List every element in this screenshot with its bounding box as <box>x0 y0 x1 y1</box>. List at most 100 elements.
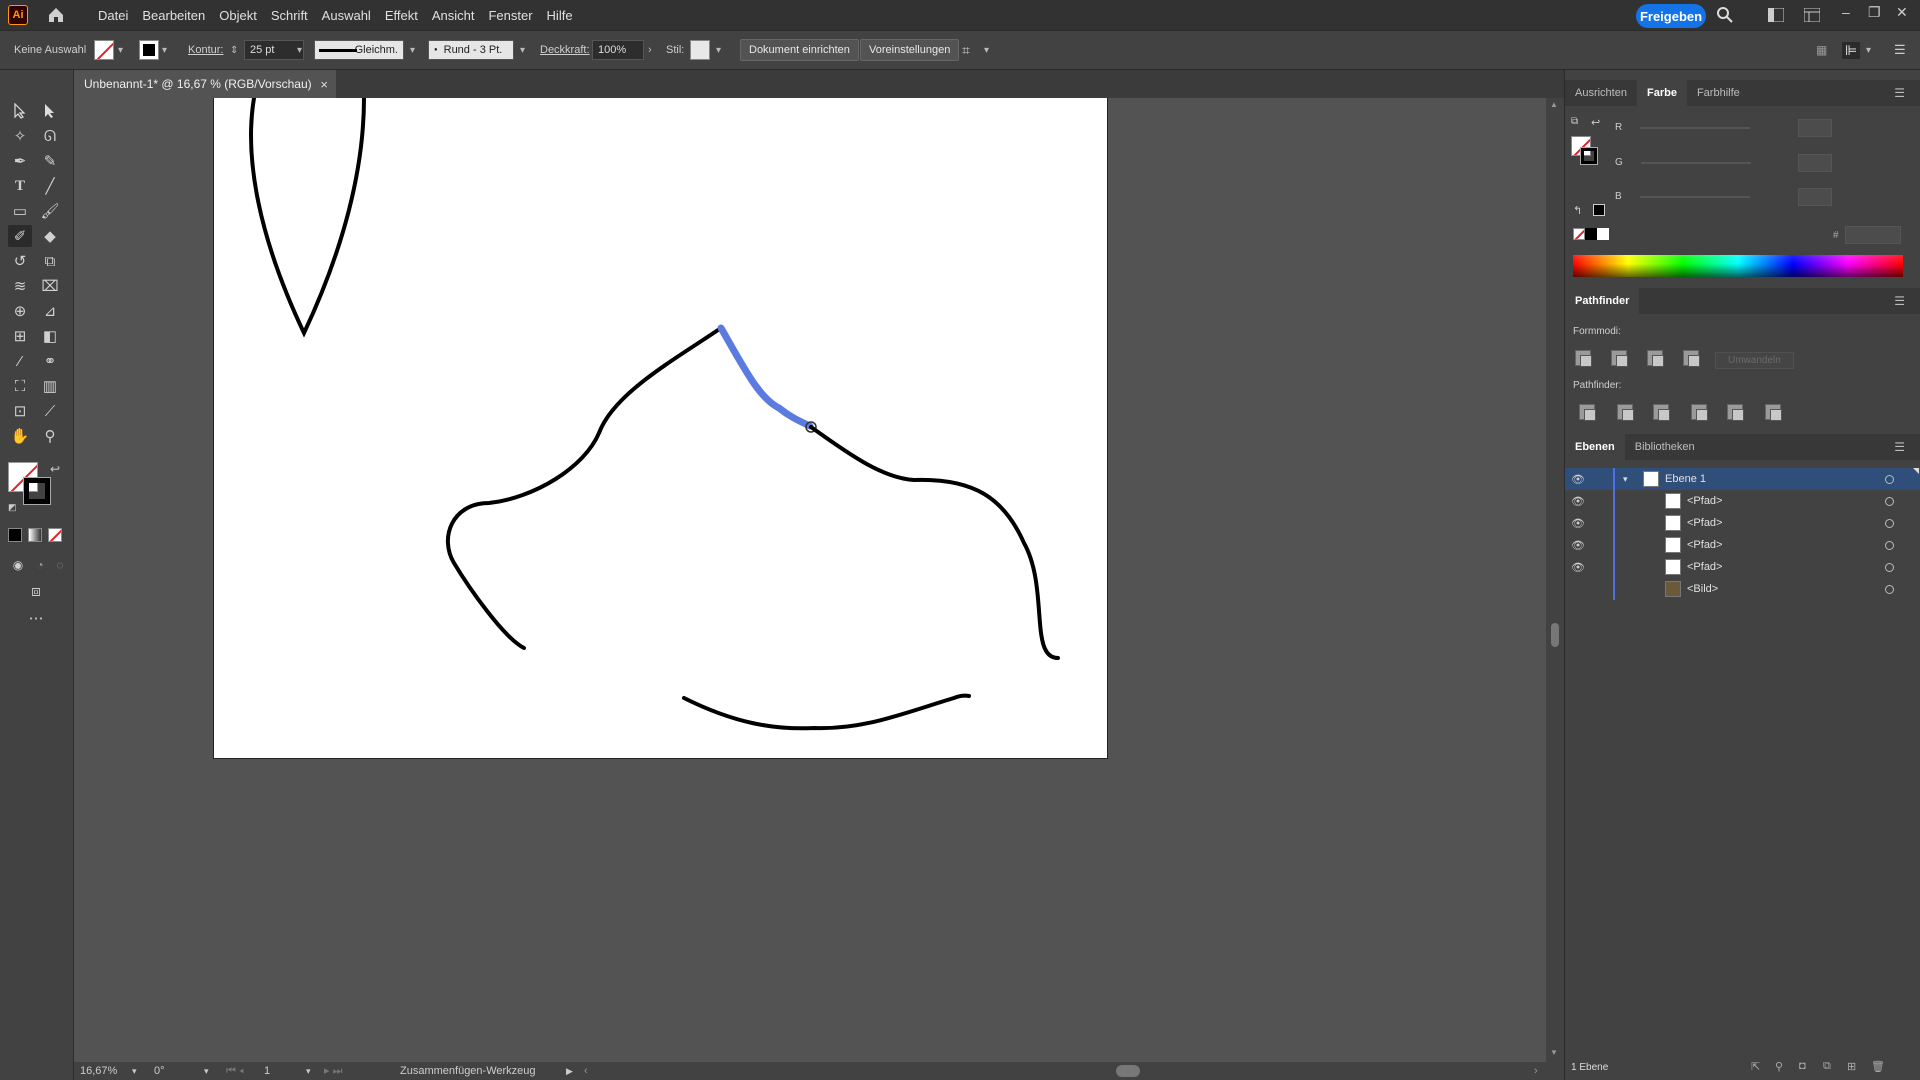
hex-input[interactable] <box>1845 226 1901 244</box>
panel-menu-icon[interactable]: ☰ <box>1884 80 1915 106</box>
red-slider[interactable]: R <box>1615 118 1855 137</box>
close-icon[interactable]: × <box>320 77 328 92</box>
target-circle-icon[interactable] <box>1885 540 1894 550</box>
scale-tool-icon[interactable]: ⧉ <box>38 250 62 272</box>
color-mode-icon[interactable] <box>8 528 22 542</box>
red-value[interactable] <box>1798 118 1832 137</box>
selection-tool-icon[interactable] <box>8 100 32 122</box>
menu-schrift[interactable]: Schrift <box>271 8 308 23</box>
cloud-path-right[interactable] <box>809 425 1060 660</box>
scroll-down-icon[interactable]: ▼ <box>1550 1048 1558 1057</box>
home-icon[interactable] <box>46 5 66 25</box>
delete-layer-icon[interactable]: 🗑 <box>1871 1060 1885 1073</box>
stroke-weight-input[interactable]: 25 pt <box>244 40 304 60</box>
lasso-tool-icon[interactable]: ᘏ <box>38 125 62 147</box>
chevron-down-icon[interactable]: ▾ <box>297 45 302 56</box>
artboard-tool-icon[interactable]: ⊡ <box>8 400 32 422</box>
artboard-nav-last-icon[interactable]: ▸ ⏭ <box>324 1064 342 1078</box>
chevron-down-icon[interactable]: ▾ <box>1866 45 1871 56</box>
panel-menu-icon[interactable]: ☰ <box>1894 42 1906 58</box>
eraser-tool-icon[interactable]: ◆ <box>38 225 62 247</box>
layer-row[interactable]: 👁 <Pfad> <box>1565 534 1920 556</box>
artwork[interactable] <box>214 96 1109 759</box>
target-circle-icon[interactable] <box>1885 584 1894 594</box>
visibility-eye-icon[interactable]: 👁 <box>1571 495 1585 508</box>
slice-tool-icon[interactable]: ⟋ <box>38 400 62 422</box>
curvature-tool-icon[interactable]: ✎ <box>38 150 62 172</box>
expand-button[interactable]: Umwandeln <box>1715 352 1794 369</box>
mesh-tool-icon[interactable]: ⊞ <box>8 325 32 347</box>
green-slider[interactable]: G <box>1615 153 1855 172</box>
path-name[interactable]: <Pfad> <box>1687 495 1722 507</box>
stroke-swatch[interactable]: ▾ <box>139 40 171 60</box>
close-icon[interactable]: ✕ <box>1896 4 1908 21</box>
minimize-icon[interactable]: – <box>1842 4 1850 20</box>
target-circle-icon[interactable] <box>1885 496 1894 506</box>
stroke-black-swatch[interactable] <box>23 477 51 505</box>
draw-inside-icon[interactable]: ◌ <box>48 554 72 576</box>
target-circle-icon[interactable] <box>1885 562 1894 572</box>
target-circle-icon[interactable] <box>1885 518 1894 528</box>
share-button[interactable]: Freigeben <box>1636 4 1706 28</box>
black-quick-swatch[interactable] <box>1585 228 1597 240</box>
brush-select[interactable]: ● Rund - 3 Pt. <box>428 40 514 60</box>
trim-icon[interactable] <box>1617 404 1634 421</box>
minus-back-icon[interactable] <box>1765 404 1782 421</box>
image-name[interactable]: <Bild> <box>1687 583 1718 595</box>
tab-farbe[interactable]: Farbe <box>1636 80 1687 106</box>
tab-ebenen[interactable]: Ebenen <box>1565 434 1625 460</box>
visibility-eye-icon[interactable]: 👁 <box>1571 539 1585 552</box>
layer-row[interactable]: 👁 <Pfad> <box>1565 512 1920 534</box>
free-transform-tool-icon[interactable]: ⌧ <box>38 275 62 297</box>
minus-front-icon[interactable] <box>1611 350 1628 367</box>
rectangle-tool-icon[interactable]: ▭ <box>8 200 32 222</box>
unite-icon[interactable] <box>1575 350 1592 367</box>
chevron-right-icon[interactable]: › <box>648 44 652 56</box>
chevron-down-icon[interactable]: ▾ <box>204 1066 209 1077</box>
path-name[interactable]: <Pfad> <box>1687 561 1722 573</box>
preferences-button[interactable]: Voreinstellungen <box>860 39 960 61</box>
white-quick-swatch[interactable] <box>1597 228 1609 240</box>
workspace-icon[interactable] <box>1768 8 1784 22</box>
cloud-path-left[interactable] <box>445 326 723 650</box>
layer-row[interactable]: 👁 <Pfad> <box>1565 556 1920 578</box>
none-mode-icon[interactable] <box>48 528 62 542</box>
stroke-label[interactable]: Kontur: <box>188 44 223 56</box>
document-tab[interactable]: Unbenannt-1* @ 16,67 % (RGB/Vorschau) × <box>74 70 336 98</box>
outline-icon[interactable] <box>1727 404 1744 421</box>
chevron-down-icon[interactable]: ▾ <box>306 1066 311 1077</box>
opacity-input[interactable]: 100% <box>592 40 644 60</box>
path-name[interactable]: <Pfad> <box>1687 539 1722 551</box>
arrange-documents-icon[interactable] <box>1804 8 1820 22</box>
shape-builder-tool-icon[interactable]: ⊕ <box>8 300 32 322</box>
chevron-down-icon[interactable]: ▾ <box>984 45 989 56</box>
black-swatch[interactable] <box>1593 204 1605 216</box>
none-swatch[interactable] <box>1573 228 1585 240</box>
perspective-grid-tool-icon[interactable]: ⊿ <box>38 300 62 322</box>
direct-selection-tool-icon[interactable] <box>38 100 62 122</box>
opacity-label[interactable]: Deckkraft: <box>540 44 590 56</box>
document-setup-button[interactable]: Dokument einrichten <box>740 39 859 61</box>
layer-row[interactable]: <Bild> <box>1565 578 1920 600</box>
selected-path[interactable] <box>717 324 814 430</box>
warp-tool-icon[interactable]: ≋ <box>8 275 32 297</box>
color-spectrum[interactable] <box>1573 255 1903 277</box>
bottom-curve-path[interactable] <box>682 693 971 731</box>
default-colors-icon[interactable]: ◩ <box>8 502 17 513</box>
draw-normal-icon[interactable]: ◉ <box>6 554 30 576</box>
arrange-icon[interactable]: ▦ <box>1816 43 1827 57</box>
tab-ausrichten[interactable]: Ausrichten <box>1565 80 1637 106</box>
divide-icon[interactable] <box>1579 404 1596 421</box>
path-name[interactable]: <Pfad> <box>1687 517 1722 529</box>
clipping-mask-icon[interactable]: ◘ <box>1799 1060 1806 1072</box>
export-icon[interactable]: ⇱ <box>1751 1060 1760 1073</box>
blue-slider[interactable]: B <box>1615 187 1855 206</box>
chevron-down-icon[interactable]: ▾ <box>132 1066 137 1077</box>
paintbrush-tool-icon[interactable]: 🖌 <box>38 200 62 222</box>
fill-swatch[interactable]: ▾ <box>94 40 127 60</box>
new-sublayer-icon[interactable]: ⧉ <box>1823 1060 1831 1073</box>
green-value[interactable] <box>1798 153 1832 172</box>
chevron-down-icon[interactable]: ▾ <box>520 45 525 56</box>
gradient-tool-icon[interactable]: ◧ <box>38 325 62 347</box>
scroll-up-icon[interactable]: ▲ <box>1550 100 1558 109</box>
